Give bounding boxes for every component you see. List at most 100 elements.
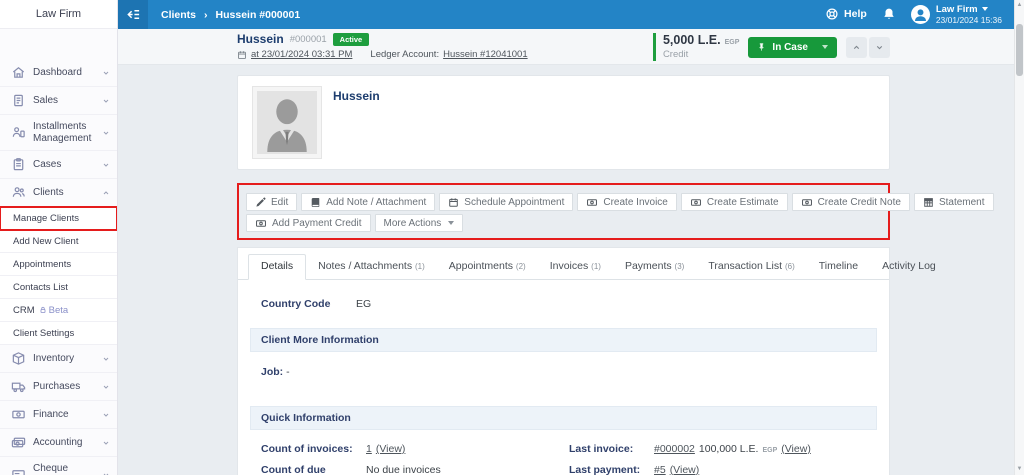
tab-count: (1) bbox=[591, 262, 601, 271]
count-invoices-row: Count of invoices: 1 (View) bbox=[261, 443, 569, 455]
notifications-button[interactable] bbox=[882, 7, 896, 21]
vertical-scrollbar[interactable]: ▲ ▼ bbox=[1014, 0, 1024, 475]
chevron-down-icon bbox=[102, 355, 110, 363]
job-row: Job: - bbox=[250, 366, 877, 378]
sidebar-item-dashboard[interactable]: Dashboard bbox=[0, 59, 117, 87]
scrollbar-up-arrow[interactable]: ▲ bbox=[1015, 1, 1024, 9]
sidebar-item-cheque-cycle[interactable]: Cheque Cycle bbox=[0, 457, 117, 475]
previous-record-button[interactable] bbox=[846, 36, 867, 58]
user-menu[interactable]: Law Firm 23/01/2024 15:36 bbox=[910, 3, 1002, 26]
create-estimate-button[interactable]: Create Estimate bbox=[680, 193, 788, 211]
breadcrumb-separator: › bbox=[204, 8, 208, 21]
tab-notes-attachments[interactable]: Notes / Attachments (1) bbox=[306, 255, 437, 279]
sidebar-item-add-new-client[interactable]: Add New Client bbox=[0, 230, 117, 253]
banknote-icon bbox=[586, 197, 598, 208]
schedule-appointment-button[interactable]: Schedule Appointment bbox=[439, 193, 574, 211]
chevron-down-icon bbox=[102, 161, 110, 169]
beta-label: Beta bbox=[48, 304, 69, 316]
tab-label: Activity Log bbox=[882, 260, 936, 272]
created-at-link[interactable]: at 23/01/2024 03:31 PM bbox=[251, 49, 352, 60]
add-note-attachment-button[interactable]: Add Note / Attachment bbox=[301, 193, 436, 211]
last-invoice-number-link[interactable]: #000002 bbox=[654, 443, 695, 455]
sidebar-item-inventory[interactable]: Inventory bbox=[0, 345, 117, 373]
beta-badge: Beta bbox=[39, 304, 69, 316]
sidebar-item-purchases[interactable]: Purchases bbox=[0, 373, 117, 401]
tab-count: (2) bbox=[515, 262, 526, 271]
button-label: More Actions bbox=[383, 217, 442, 229]
edit-button[interactable]: Edit bbox=[246, 193, 298, 211]
client-title-block: Hussein #000001 Active at 23/01/2024 03:… bbox=[237, 29, 528, 65]
sidebar-item-appointments[interactable]: Appointments bbox=[0, 253, 117, 276]
add-payment-credit-button[interactable]: Add Payment Credit bbox=[246, 214, 371, 232]
collapse-sidebar-button[interactable] bbox=[118, 0, 148, 29]
view-link[interactable]: (View) bbox=[781, 443, 811, 455]
tab-transaction-list[interactable]: Transaction List (6) bbox=[696, 255, 806, 279]
job-label: Job: bbox=[261, 366, 284, 378]
book-icon bbox=[310, 197, 321, 208]
button-label: Edit bbox=[271, 196, 289, 208]
view-link[interactable]: (View) bbox=[376, 443, 406, 455]
sidebar-item-label: Installments Management bbox=[33, 121, 92, 144]
help-button[interactable]: Help bbox=[825, 7, 867, 21]
ledger-account-link[interactable]: Hussein #12041001 bbox=[443, 49, 528, 60]
tab-label: Transaction List bbox=[708, 260, 783, 272]
money-stack-icon bbox=[11, 435, 26, 450]
sidebar-item-crm[interactable]: CRM Beta bbox=[0, 299, 117, 322]
sidebar-item-cases[interactable]: Cases bbox=[0, 151, 117, 179]
tab-count: (6) bbox=[784, 262, 795, 271]
sidebar-item-manage-clients[interactable]: Manage Clients bbox=[0, 206, 117, 231]
button-label: Add Payment Credit bbox=[272, 217, 362, 229]
sidebar-item-client-settings[interactable]: Client Settings bbox=[0, 322, 117, 345]
last-payment-number-link[interactable]: #5 bbox=[654, 464, 666, 475]
sidebar-nav: Dashboard Sales Installments Management … bbox=[0, 29, 117, 475]
tab-appointments[interactable]: Appointments (2) bbox=[437, 255, 538, 279]
tab-count: (1) bbox=[415, 262, 425, 271]
scrollbar-down-arrow[interactable]: ▼ bbox=[1015, 465, 1024, 473]
tab-payments[interactable]: Payments (3) bbox=[613, 255, 696, 279]
sidebar-item-contacts-list[interactable]: Contacts List bbox=[0, 276, 117, 299]
tab-timeline[interactable]: Timeline bbox=[807, 255, 870, 279]
in-case-label: In Case bbox=[772, 41, 808, 53]
create-invoice-button[interactable]: Create Invoice bbox=[577, 193, 677, 211]
sidebar-item-label: Sales bbox=[33, 94, 59, 106]
scrollbar-thumb[interactable] bbox=[1016, 24, 1023, 76]
in-case-button[interactable]: In Case bbox=[748, 36, 837, 58]
details-tab-content: Country Code EG Client More Information … bbox=[238, 280, 889, 475]
calendar-icon bbox=[448, 197, 459, 208]
count-invoices-link[interactable]: 1 bbox=[366, 443, 372, 455]
sidebar-item-label: Cases bbox=[33, 158, 62, 170]
count-invoices-label: Count of invoices: bbox=[261, 443, 353, 455]
tab-invoices[interactable]: Invoices (1) bbox=[538, 255, 613, 279]
sidebar-item-sales[interactable]: Sales bbox=[0, 87, 117, 115]
tab-label: Appointments bbox=[448, 260, 513, 272]
home-icon bbox=[11, 65, 26, 80]
app-window: Law Firm Dashboard Sales Installments Ma… bbox=[0, 0, 1024, 475]
breadcrumb-section[interactable]: Clients bbox=[161, 9, 196, 21]
profile-client-name: Hussein bbox=[333, 89, 380, 103]
create-credit-note-button[interactable]: Create Credit Note bbox=[791, 193, 910, 211]
user-datetime: 23/01/2024 15:36 bbox=[935, 15, 1002, 26]
avatar bbox=[910, 4, 930, 24]
chevron-down-icon bbox=[981, 7, 988, 12]
sidebar-item-installments-management[interactable]: Installments Management bbox=[0, 115, 117, 151]
country-code-label: Country Code bbox=[261, 298, 331, 310]
tab-details[interactable]: Details bbox=[248, 254, 307, 280]
button-label: Add Note / Attachment bbox=[326, 196, 427, 208]
statement-button[interactable]: Statement bbox=[913, 193, 994, 211]
chevron-down-icon bbox=[102, 69, 110, 77]
view-link[interactable]: (View) bbox=[670, 464, 700, 475]
credit-amount: 5,000 L.E. bbox=[662, 33, 721, 48]
truck-icon bbox=[11, 379, 26, 394]
user-name: Law Firm bbox=[935, 3, 978, 15]
tab-label: Notes / Attachments bbox=[318, 260, 413, 272]
more-actions-button[interactable]: More Actions bbox=[374, 214, 464, 232]
next-record-button[interactable] bbox=[869, 36, 890, 58]
tab-activity-log[interactable]: Activity Log bbox=[870, 255, 948, 279]
sidebar-item-accounting[interactable]: Accounting bbox=[0, 429, 117, 457]
last-payment-row: Last payment: #5 (View) bbox=[569, 464, 877, 475]
sidebar-subitem-label: Manage Clients bbox=[13, 212, 80, 224]
sidebar-item-finance[interactable]: Finance bbox=[0, 401, 117, 429]
action-buttons-annotation: Edit Add Note / Attachment Schedule Appo… bbox=[237, 183, 994, 240]
sidebar-item-clients[interactable]: Clients bbox=[0, 179, 117, 207]
chevron-down-icon bbox=[102, 439, 110, 447]
